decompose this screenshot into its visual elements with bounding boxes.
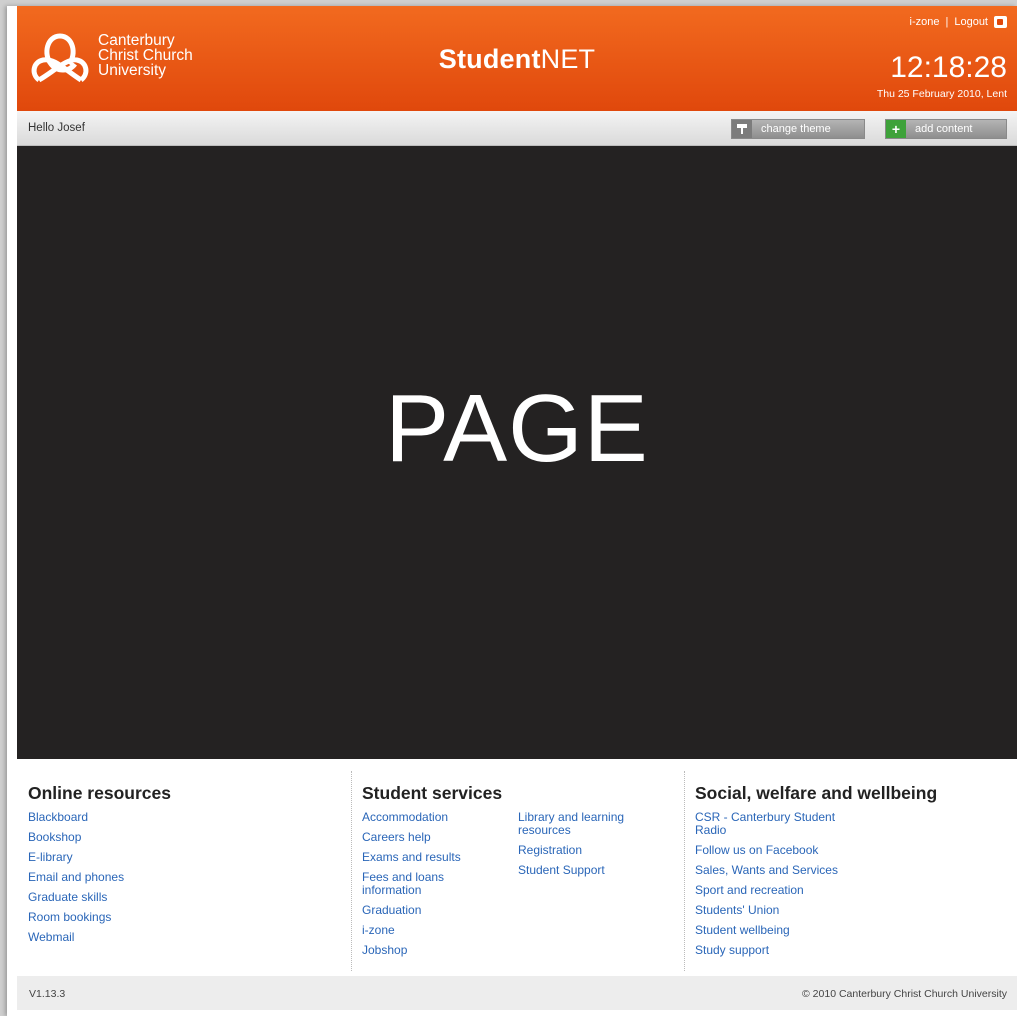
- top-links: i-zone | Logout: [910, 16, 1007, 28]
- change-theme-label: change theme: [761, 123, 831, 135]
- add-content-button[interactable]: + add content: [885, 119, 1007, 139]
- footer-link[interactable]: Library and learning resources: [518, 811, 648, 837]
- footer-links: Online resources Blackboard Bookshop E-l…: [17, 759, 1017, 976]
- footer-link[interactable]: Bookshop: [28, 831, 124, 844]
- add-content-label: add content: [915, 123, 973, 135]
- logout-icon[interactable]: [994, 16, 1007, 28]
- footer-link[interactable]: Registration: [518, 844, 648, 857]
- link-separator: |: [945, 16, 949, 28]
- main-content: PAGE: [17, 146, 1017, 759]
- footer-link[interactable]: Student Support: [518, 864, 648, 877]
- copyright-text: © 2010 Canterbury Christ Church Universi…: [802, 988, 1007, 1000]
- link-list: Accommodation Careers help Exams and res…: [362, 811, 472, 964]
- footer-link[interactable]: Blackboard: [28, 811, 124, 824]
- clock: 12:18:28: [890, 51, 1007, 84]
- footer-link[interactable]: Exams and results: [362, 851, 472, 864]
- change-theme-button[interactable]: change theme: [731, 119, 865, 139]
- footer-link[interactable]: i-zone: [362, 924, 472, 937]
- bottom-bar: V1.13.3 © 2010 Canterbury Christ Church …: [17, 976, 1017, 1010]
- footer-link[interactable]: Accommodation: [362, 811, 472, 824]
- footer-link[interactable]: Fees and loans information: [362, 871, 472, 897]
- header: Canterbury Christ Church University Stud…: [17, 6, 1017, 111]
- site-title-bold: Student: [438, 44, 541, 74]
- footer-link[interactable]: Follow us on Facebook: [695, 844, 865, 857]
- plus-icon: +: [886, 120, 906, 138]
- izone-link[interactable]: i-zone: [910, 16, 940, 28]
- paint-roller-icon: [732, 120, 752, 138]
- footer-link[interactable]: Students' Union: [695, 904, 865, 917]
- section-title: Online resources: [28, 783, 171, 803]
- version-text: V1.13.3: [29, 988, 66, 1000]
- footer-link[interactable]: Email and phones: [28, 871, 124, 884]
- site-title: StudentNET: [17, 44, 1017, 75]
- section-title: Social, welfare and wellbeing: [695, 783, 938, 803]
- footer-link[interactable]: Study support: [695, 944, 865, 957]
- page-frame: Canterbury Christ Church University Stud…: [7, 6, 1017, 1016]
- footer-link[interactable]: Webmail: [28, 931, 124, 944]
- footer-link[interactable]: Jobshop: [362, 944, 472, 957]
- footer-link[interactable]: Room bookings: [28, 911, 124, 924]
- footer-link[interactable]: Student wellbeing: [695, 924, 865, 937]
- site-title-rest: NET: [540, 44, 596, 74]
- link-list: CSR - Canterbury Student Radio Follow us…: [695, 811, 865, 964]
- greeting: Hello Josef: [28, 122, 85, 134]
- student-services-section: Student services Accommodation Careers h…: [351, 771, 680, 971]
- online-resources-section: Online resources Blackboard Bookshop E-l…: [28, 771, 338, 971]
- toolbar: Hello Josef change theme + add content: [17, 111, 1017, 146]
- link-list: Blackboard Bookshop E-library Email and …: [28, 811, 124, 951]
- footer-link[interactable]: Graduate skills: [28, 891, 124, 904]
- footer-link[interactable]: Sport and recreation: [695, 884, 865, 897]
- social-wellbeing-section: Social, welfare and wellbeing CSR - Cant…: [684, 771, 1015, 971]
- logout-link[interactable]: Logout: [954, 16, 988, 28]
- footer-link[interactable]: Sales, Wants and Services: [695, 864, 865, 877]
- link-list: Library and learning resources Registrat…: [518, 811, 648, 884]
- page-placeholder-text: PAGE: [385, 375, 649, 482]
- section-title: Student services: [362, 783, 503, 803]
- footer-link[interactable]: E-library: [28, 851, 124, 864]
- date-text: Thu 25 February 2010, Lent: [876, 88, 1007, 100]
- footer-link[interactable]: Graduation: [362, 904, 472, 917]
- footer-link[interactable]: CSR - Canterbury Student Radio: [695, 811, 865, 837]
- footer-link[interactable]: Careers help: [362, 831, 472, 844]
